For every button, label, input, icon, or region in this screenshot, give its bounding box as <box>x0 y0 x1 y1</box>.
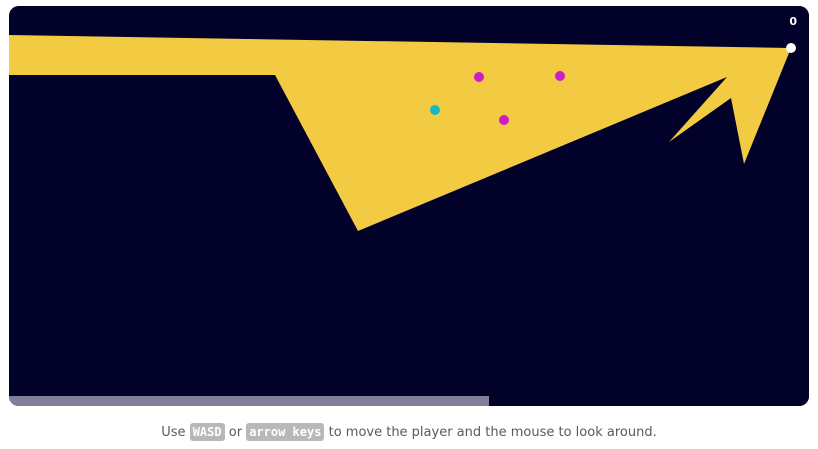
enemy-dot <box>555 71 565 81</box>
progress-bar <box>9 396 489 406</box>
enemy-dot <box>499 115 509 125</box>
instructions-prefix: Use <box>161 425 186 440</box>
instructions-or: or <box>228 425 243 440</box>
score-display: 0 <box>789 15 797 28</box>
instructions-text: Use WASD or arrow keys to move the playe… <box>0 423 818 441</box>
pickup-dot <box>430 105 440 115</box>
game-scene <box>9 6 809 406</box>
instructions-suffix: to move the player and the mouse to look… <box>328 425 657 440</box>
game-canvas[interactable]: 0 <box>9 6 809 406</box>
key-hint-arrow-keys: arrow keys <box>246 423 325 441</box>
player-dot <box>786 43 796 53</box>
key-hint-wasd: WASD <box>189 423 225 441</box>
enemy-dot <box>474 72 484 82</box>
